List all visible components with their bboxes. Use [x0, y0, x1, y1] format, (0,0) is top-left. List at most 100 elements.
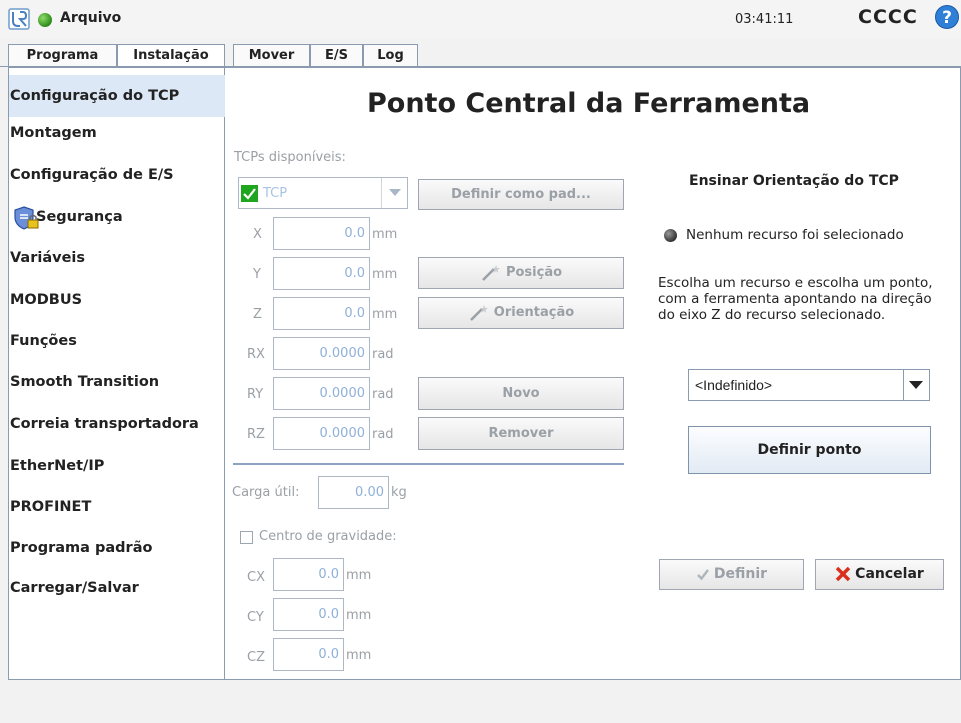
shield-lock-icon	[14, 206, 39, 230]
payload-label: Carga útil:	[232, 485, 300, 500]
sidebar-item-label: MODBUS	[10, 292, 83, 308]
chevron-down-icon	[389, 189, 401, 196]
coord-label: Z	[253, 307, 262, 322]
sidebar-item-label: Configuração do TCP	[10, 88, 180, 104]
tab-log[interactable]: Log	[363, 44, 418, 66]
tab-instalacao[interactable]: Instalação	[117, 44, 225, 66]
y-field[interactable]: 0.0	[273, 257, 370, 290]
chevron-down-icon	[909, 381, 923, 389]
unit-label: mm	[346, 648, 372, 663]
unit-label: rad	[372, 427, 394, 442]
unit-label: rad	[372, 347, 394, 362]
cancel-button[interactable]: Cancelar	[815, 559, 944, 590]
unit-label: rad	[372, 387, 394, 402]
sidebar-item-label: EtherNet/IP	[10, 458, 105, 474]
robot-name: CCCC	[858, 6, 918, 28]
sidebar-item-label: Configuração de E/S	[10, 167, 174, 183]
feature-select[interactable]: <Indefinido>	[688, 369, 930, 401]
divider	[233, 463, 624, 465]
coord-label: CY	[247, 610, 264, 625]
coord-label: RY	[247, 387, 264, 402]
remove-button[interactable]: Remover	[418, 417, 624, 450]
sidebar-item-ethernet-ip[interactable]: EtherNet/IP	[10, 445, 224, 487]
status-indicator-icon	[38, 13, 52, 27]
unit-label: mm	[346, 568, 372, 583]
cog-checkbox[interactable]	[240, 531, 253, 544]
sidebar-item-variaveis[interactable]: Variáveis	[10, 237, 224, 279]
select-divider	[381, 178, 382, 208]
feature-status: Nenhum recurso foi selecionado	[686, 227, 904, 243]
coord-label: RX	[247, 347, 265, 362]
cy-field[interactable]: 0.0	[273, 598, 344, 631]
cx-field[interactable]: 0.0	[273, 558, 344, 591]
file-menu[interactable]: Arquivo	[60, 10, 121, 26]
sidebar-item-funcoes[interactable]: Funções	[10, 320, 224, 362]
sidebar-item-montagem[interactable]: Montagem	[10, 112, 224, 154]
check-icon	[697, 569, 709, 581]
feature-select-value: <Indefinido>	[695, 377, 773, 393]
coord-label: Y	[253, 267, 261, 282]
close-icon	[835, 566, 851, 582]
tcps-label: TCPs disponíveis:	[234, 150, 346, 165]
define-button-label: Definir	[713, 566, 768, 582]
sidebar-item-label: Montagem	[10, 125, 97, 141]
unit-label: mm	[372, 307, 398, 322]
sidebar-item-correia[interactable]: Correia transportadora	[10, 403, 224, 445]
sidebar-item-label: Programa padrão	[10, 540, 153, 556]
title-bar: Arquivo 03:41:11 CCCC ?	[0, 0, 961, 38]
position-button[interactable]: Posição	[418, 257, 624, 289]
new-button[interactable]: Novo	[418, 377, 624, 410]
orientation-title: Ensinar Orientação do TCP	[689, 173, 899, 189]
sidebar-item-modbus[interactable]: MODBUS	[10, 279, 224, 321]
sidebar-item-programa-padrao[interactable]: Programa padrão	[10, 527, 224, 569]
z-field[interactable]: 0.0	[273, 297, 370, 330]
sidebar-item-label: Funções	[10, 333, 77, 349]
define-button[interactable]: Definir	[659, 559, 804, 590]
orientation-button[interactable]: Orientação	[418, 297, 624, 329]
rx-field[interactable]: 0.0000	[273, 337, 370, 370]
tcp-select[interactable]: TCP	[238, 177, 408, 209]
check-icon	[241, 185, 258, 202]
unit-label: mm	[372, 267, 398, 282]
sidebar-item-label: Smooth Transition	[10, 374, 160, 390]
coord-label: CZ	[247, 650, 265, 665]
tab-mover[interactable]: Mover	[233, 44, 310, 66]
set-default-button[interactable]: Definir como pad...	[418, 179, 624, 210]
tab-programa[interactable]: Programa	[8, 44, 117, 66]
unit-label: mm	[372, 227, 398, 242]
magic-wand-icon	[469, 304, 488, 321]
sidebar-item-smooth-transition[interactable]: Smooth Transition	[10, 361, 224, 403]
sidebar-item-label: Variáveis	[10, 250, 86, 266]
status-dot-icon	[664, 229, 677, 242]
payload-unit: kg	[391, 485, 407, 500]
sidebar-item-carregar-salvar[interactable]: Carregar/Salvar	[10, 567, 224, 609]
position-button-label: Posição	[505, 265, 563, 280]
sidebar-item-io-config[interactable]: Configuração de E/S	[10, 154, 224, 196]
payload-field[interactable]: 0.00	[318, 476, 389, 509]
coord-label: X	[253, 227, 262, 242]
sidebar-item-label: PROFINET	[10, 499, 92, 515]
orientation-button-label: Orientação	[493, 305, 575, 320]
select-divider	[903, 370, 904, 400]
x-field[interactable]: 0.0	[273, 217, 370, 250]
cancel-button-label: Cancelar	[855, 566, 924, 582]
sidebar-item-label: Correia transportadora	[10, 416, 199, 432]
cz-field[interactable]: 0.0	[273, 638, 344, 671]
help-icon[interactable]: ?	[935, 5, 959, 29]
sidebar-item-label: Segurança	[36, 209, 123, 225]
rz-field[interactable]: 0.0000	[273, 417, 370, 450]
coord-label: RZ	[247, 427, 265, 442]
sidebar-item-tcp-config[interactable]: Configuração do TCP	[9, 75, 225, 117]
set-point-button[interactable]: Definir ponto	[688, 426, 931, 474]
footer	[0, 680, 961, 723]
sidebar-item-label: Carregar/Salvar	[10, 580, 139, 596]
ry-field[interactable]: 0.0000	[273, 377, 370, 410]
magic-wand-icon	[482, 264, 500, 281]
tab-es[interactable]: E/S	[310, 44, 363, 66]
tcp-select-value: TCP	[263, 186, 288, 201]
sidebar-item-seguranca[interactable]: Segurança	[10, 196, 224, 238]
sidebar-item-profinet[interactable]: PROFINET	[10, 486, 224, 528]
instructions-text: Escolha um recurso e escolha um ponto, c…	[658, 275, 933, 323]
coord-label: CX	[247, 570, 265, 585]
clock: 03:41:11	[735, 12, 794, 27]
